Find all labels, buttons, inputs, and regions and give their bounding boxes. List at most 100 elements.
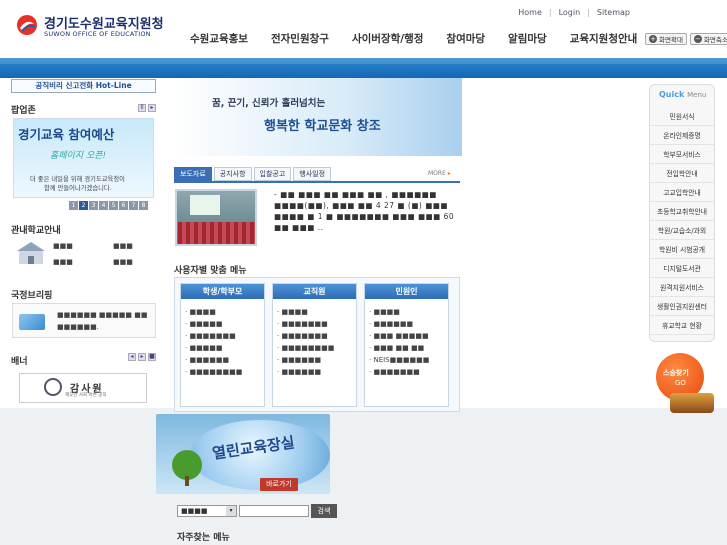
list-item[interactable]: · ■■■■■■ [277, 354, 334, 366]
nav-promo[interactable]: 수원교육홍보 [190, 31, 248, 46]
audience-head-student[interactable]: 학생/학부모 [181, 284, 264, 299]
top-links: Home | Login | Sitemap [518, 8, 630, 17]
quick-item[interactable]: 휴교학교 현황 [650, 317, 714, 335]
zoom-in-button[interactable]: + 화면확대 [645, 33, 687, 45]
list-item[interactable]: · ■■■■■■■■ [185, 366, 242, 378]
audience-menu-title: 사용자별 맞춤 메뉴 [174, 266, 247, 276]
search-input[interactable] [239, 505, 309, 517]
nav-cyber[interactable]: 사이버장학/행정 [352, 31, 423, 46]
plus-icon: + [649, 35, 657, 43]
popup-text-line: 함께 만들어나가겠습니다. [44, 185, 112, 192]
open-office-go-button[interactable]: 바로가기 [260, 478, 298, 491]
home-link[interactable]: Home [518, 8, 542, 17]
tab-events[interactable]: 행사일정 [293, 167, 332, 181]
quick-item[interactable]: 생활인권지원센터 [650, 298, 714, 316]
frequent-menu-title: 자주찾는 메뉴 [177, 533, 230, 543]
briefing-text[interactable]: ■■■■■■ ■■■■■ ■■ ■■■■■■. [57, 309, 152, 333]
list-item[interactable]: · ■■■■■■ [277, 366, 334, 378]
hotline-banner[interactable]: 공직비리 신고전화 Hot-Line [11, 79, 156, 93]
nav-notice[interactable]: 알림마당 [508, 31, 547, 46]
hero-title: 행복한 학교문화 창조 [264, 119, 381, 134]
popup-page-button[interactable]: 3 [89, 201, 98, 210]
list-item[interactable]: · ■■■■ [185, 306, 242, 318]
separator: | [548, 8, 552, 17]
popup-page-button[interactable]: 8 [139, 201, 148, 210]
tab-press[interactable]: 보도자료 [174, 167, 212, 181]
tab-underline [174, 181, 460, 183]
popup-page-button[interactable]: 7 [129, 201, 138, 210]
quick-item[interactable]: 학부모서비스 [650, 146, 714, 164]
list-item[interactable]: · ■■■■■■ [369, 318, 429, 330]
school-icon [17, 242, 45, 264]
separator: | [587, 8, 590, 17]
basket-icon [670, 393, 714, 413]
prev-icon[interactable]: ◂ [128, 353, 136, 361]
next-icon[interactable]: ▸ [138, 353, 146, 361]
list-item[interactable]: · ■■■■■■ [185, 354, 242, 366]
briefing-icon [19, 314, 45, 330]
audience-head-civil[interactable]: 민원인 [365, 284, 448, 299]
zoom-out-label: 화면축소 [703, 36, 727, 44]
zoom-out-button[interactable]: − 화면축소 [689, 33, 727, 45]
quick-item[interactable]: 학원/교습소/과외 [650, 222, 714, 240]
popup-page-button[interactable]: 5 [109, 201, 118, 210]
zoom-controls: + 화면확대 − 화면축소 [645, 33, 727, 45]
list-item[interactable]: · ■■■■■■■ [277, 318, 334, 330]
logo-mark-icon[interactable] [16, 14, 38, 36]
audience-head-staff[interactable]: 교직원 [273, 284, 356, 299]
nav-civil[interactable]: 전자민원창구 [271, 31, 329, 46]
popup-page-button[interactable]: 4 [99, 201, 108, 210]
list-item[interactable]: · ■■■■ [369, 306, 429, 318]
quick-item[interactable]: 민원서식 [650, 108, 714, 126]
quick-item[interactable]: 디지털도서관 [650, 260, 714, 278]
quick-item[interactable]: 전입학안내 [650, 165, 714, 183]
school-link[interactable]: ■■■ [53, 258, 73, 266]
school-link[interactable]: ■■■ [113, 258, 133, 266]
quick-menu-title: Quick Menu [659, 90, 707, 99]
list-item[interactable]: · ■■■ ■■■■■ [369, 330, 429, 342]
teacher-search-label: 스승찾기 [663, 369, 689, 377]
more-link[interactable]: MORE ▸ [428, 170, 451, 177]
popup-page-button[interactable]: 6 [119, 201, 128, 210]
list-item[interactable]: · ■■■■■■■ [185, 330, 242, 342]
list-item[interactable]: · ■■■■■ [185, 342, 242, 354]
nav-about[interactable]: 교육지원청안내 [570, 31, 638, 46]
list-item[interactable]: · ■■■■■ [185, 318, 242, 330]
login-link[interactable]: Login [559, 8, 581, 17]
tree-trunk [185, 476, 189, 486]
quick-item[interactable]: 원격지원서비스 [650, 279, 714, 297]
audience-list-civil: · ■■■■ · ■■■■■■ · ■■■ ■■■■■ · ■■■ ■■ ■■ … [369, 306, 429, 378]
more-label: MORE [428, 170, 446, 177]
tab-notices[interactable]: 공지사항 [213, 167, 252, 181]
quick-item[interactable]: 초등학교취학안내 [650, 203, 714, 221]
popup-page-button[interactable]: 1 [69, 201, 78, 210]
tab-bids[interactable]: 입찰공고 [253, 167, 292, 181]
hero-slogan: 꿈, 끈기, 신뢰가 흘러넘치는 [212, 98, 326, 109]
main-nav: 수원교육홍보 전자민원창구 사이버장학/행정 참여마당 알림마당 교육지원청안내 [190, 31, 660, 46]
popup-zone-title: 팝업존 [11, 106, 36, 116]
audience-list-student: · ■■■■ · ■■■■■ · ■■■■■■■ · ■■■■■ · ■■■■■… [185, 306, 242, 378]
school-link[interactable]: ■■■ [53, 242, 73, 250]
zoom-in-label: 화면확대 [659, 36, 683, 44]
school-link[interactable]: ■■■ [113, 242, 133, 250]
next-icon[interactable]: ▸ [148, 104, 156, 112]
popup-heading: 경기교육 참여예산 [18, 127, 115, 142]
quick-item[interactable]: 온라인제증명 [650, 127, 714, 145]
quick-item[interactable]: 고교입학안내 [650, 184, 714, 202]
list-item[interactable]: · ■■■■■■■ [277, 330, 334, 342]
quick-item[interactable]: 학원비 시범공개 [650, 241, 714, 259]
news-thumbnail-screen [190, 195, 220, 215]
stop-icon[interactable]: ■ [148, 353, 156, 361]
list-item[interactable]: · ■■■■ [277, 306, 334, 318]
list-item[interactable]: · ■■■■■■■ [369, 366, 429, 378]
sitemap-link[interactable]: Sitemap [597, 8, 630, 17]
list-item[interactable]: · ■■■■■■■■ [277, 342, 334, 354]
list-item[interactable]: · NEIS■■■■■■ [369, 354, 429, 366]
nav-participation[interactable]: 참여마당 [446, 31, 485, 46]
news-summary[interactable]: - ■■ ■■■ ■■ ■■■ ■■ , ■■■■■■ ■■■■(■■), ■■… [274, 189, 460, 233]
search-button[interactable]: 검색 [311, 504, 337, 518]
pause-icon[interactable]: ll [138, 104, 146, 112]
list-item[interactable]: · ■■■ ■■ ■■ [369, 342, 429, 354]
popup-page-button-active[interactable]: 2 [79, 201, 88, 210]
chevron-down-icon[interactable]: ▾ [226, 506, 236, 516]
